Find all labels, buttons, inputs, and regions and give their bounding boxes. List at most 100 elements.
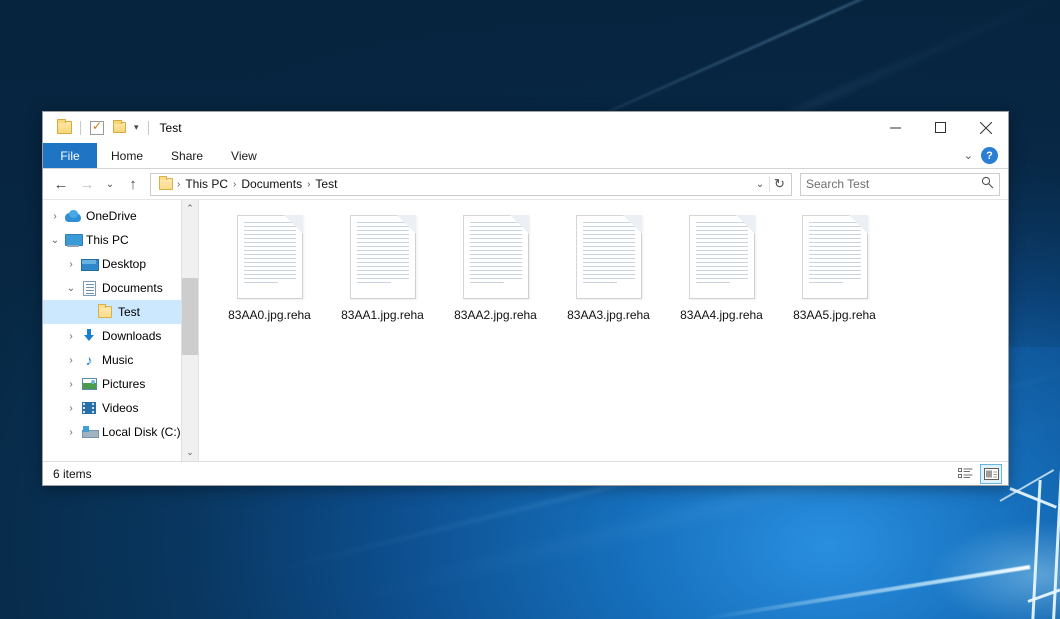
sidebar-item-label: Documents: [99, 281, 163, 295]
details-view-icon[interactable]: [954, 464, 976, 484]
back-button[interactable]: ←: [49, 172, 73, 196]
item-count-label: 6 items: [53, 467, 92, 481]
minimize-icon[interactable]: [873, 112, 918, 143]
folder-icon: [95, 306, 115, 318]
sidebar-item-desktop[interactable]: › Desktop: [43, 252, 198, 276]
refresh-icon[interactable]: ↻: [769, 176, 789, 192]
quick-access-toolbar: ▾ Test: [43, 117, 182, 139]
scroll-down-arrow-icon[interactable]: ⌄: [182, 444, 199, 461]
file-item[interactable]: 83AA2.jpg.reha: [439, 210, 552, 330]
close-icon[interactable]: [963, 112, 1008, 143]
sidebar-item-documents[interactable]: ⌄ Documents: [43, 276, 198, 300]
downloads-icon: [79, 329, 99, 343]
address-bar[interactable]: › This PC › Documents › Test ⌄ ↻: [150, 173, 792, 196]
sidebar-item-test[interactable]: Test: [43, 300, 198, 324]
navigation-pane-scrollbar[interactable]: ⌃ ⌄: [181, 200, 198, 461]
toolbar-separator: [80, 121, 81, 135]
up-button[interactable]: ↑: [121, 172, 145, 196]
folder-icon[interactable]: [53, 117, 75, 139]
title-bar: ▾ Test: [43, 112, 1008, 143]
address-bar-row: ← → ⌄ ↑ › This PC › Documents › Test ⌄ ↻: [43, 169, 1008, 199]
sidebar-item-videos[interactable]: › Videos: [43, 396, 198, 420]
maximize-icon[interactable]: [918, 112, 963, 143]
window-title: Test: [160, 121, 182, 135]
help-icon[interactable]: ?: [981, 147, 998, 164]
breadcrumb-test[interactable]: Test: [311, 177, 341, 191]
address-bar-tools: ⌄ ↻: [751, 176, 789, 192]
disk-icon: [79, 426, 99, 438]
forward-button[interactable]: →: [75, 172, 99, 196]
scrollbar-track[interactable]: [182, 217, 199, 444]
search-placeholder: Search Test: [806, 177, 981, 191]
breadcrumb-documents[interactable]: Documents: [237, 177, 306, 191]
search-input[interactable]: Search Test: [800, 173, 1000, 196]
tab-file[interactable]: File: [43, 143, 97, 168]
ribbon-tab-bar: File Home Share View ⌄ ?: [43, 143, 1008, 169]
breadcrumb: › This PC › Documents › Test: [156, 177, 751, 191]
view-toggle-group: [954, 464, 1002, 484]
tab-home[interactable]: Home: [97, 143, 157, 168]
window-controls: [873, 112, 1008, 143]
sidebar-item-music[interactable]: › ♪ Music: [43, 348, 198, 372]
scrollbar-thumb[interactable]: [182, 278, 199, 355]
sidebar-item-label: Downloads: [99, 329, 161, 343]
scroll-up-arrow-icon[interactable]: ⌃: [182, 200, 199, 217]
sidebar-item-label: Pictures: [99, 377, 145, 391]
folder-icon[interactable]: [156, 178, 176, 190]
sidebar-item-label: Local Disk (C:): [99, 425, 181, 439]
tab-share[interactable]: Share: [157, 143, 217, 168]
navigation-pane: › OneDrive ⌄ This PC › Desktop: [43, 200, 199, 461]
documents-icon: [79, 281, 99, 296]
pictures-icon: [79, 378, 99, 390]
chevron-down-icon[interactable]: ⌄: [63, 283, 79, 294]
chevron-right-icon[interactable]: ›: [63, 331, 79, 342]
ribbon-right-controls: ⌄ ?: [964, 143, 1008, 168]
file-item[interactable]: 83AA3.jpg.reha: [552, 210, 665, 330]
toolbar-separator: [148, 121, 149, 135]
sidebar-item-this-pc[interactable]: ⌄ This PC: [43, 228, 198, 252]
generic-file-icon: [802, 215, 868, 299]
file-item[interactable]: 83AA0.jpg.reha: [213, 210, 326, 330]
file-explorer-window: ▾ Test File Home Share View: [42, 111, 1009, 486]
music-icon: ♪: [79, 353, 99, 367]
file-item[interactable]: 83AA4.jpg.reha: [665, 210, 778, 330]
sidebar-item-onedrive[interactable]: › OneDrive: [43, 204, 198, 228]
file-name: 83AA3.jpg.reha: [567, 308, 650, 322]
chevron-down-icon[interactable]: ▾: [130, 123, 143, 132]
file-name: 83AA5.jpg.reha: [793, 308, 876, 322]
sidebar-item-downloads[interactable]: › Downloads: [43, 324, 198, 348]
chevron-down-icon[interactable]: ⌄: [751, 179, 769, 190]
file-item[interactable]: 83AA1.jpg.reha: [326, 210, 439, 330]
tab-view[interactable]: View: [217, 143, 271, 168]
chevron-right-icon[interactable]: ›: [63, 259, 79, 270]
sidebar-item-label: This PC: [83, 233, 129, 247]
file-item[interactable]: 83AA5.jpg.reha: [778, 210, 891, 330]
file-grid: 83AA0.jpg.reha 83AA1.jpg.reha: [199, 210, 1008, 330]
window-body: › OneDrive ⌄ This PC › Desktop: [43, 199, 1008, 461]
properties-checkbox-icon[interactable]: [86, 117, 108, 139]
sidebar-item-pictures[interactable]: › Pictures: [43, 372, 198, 396]
file-name: 83AA1.jpg.reha: [341, 308, 424, 322]
chevron-right-icon[interactable]: ›: [47, 211, 63, 222]
desktop-icon: [79, 258, 99, 271]
chevron-right-icon[interactable]: ›: [63, 403, 79, 414]
onedrive-icon: [63, 210, 83, 222]
chevron-right-icon[interactable]: ›: [63, 379, 79, 390]
new-folder-icon[interactable]: [108, 117, 130, 139]
file-list-view[interactable]: 83AA0.jpg.reha 83AA1.jpg.reha: [199, 200, 1008, 461]
sidebar-item-local-disk-c[interactable]: › Local Disk (C:): [43, 420, 198, 444]
sidebar-item-label: Desktop: [99, 257, 146, 271]
breadcrumb-this-pc[interactable]: This PC: [181, 177, 232, 191]
chevron-right-icon[interactable]: ›: [63, 427, 79, 438]
file-name: 83AA2.jpg.reha: [454, 308, 537, 322]
large-icons-view-icon[interactable]: [980, 464, 1002, 484]
generic-file-icon: [689, 215, 755, 299]
sidebar-item-label: OneDrive: [83, 209, 137, 223]
chevron-down-icon[interactable]: ⌄: [964, 149, 973, 162]
search-icon[interactable]: [981, 176, 994, 192]
chevron-down-icon[interactable]: ⌄: [47, 235, 63, 246]
recent-locations-button[interactable]: ⌄: [101, 172, 119, 196]
chevron-right-icon[interactable]: ›: [63, 355, 79, 366]
this-pc-icon: [63, 234, 83, 247]
sidebar-item-label: Videos: [99, 401, 138, 415]
